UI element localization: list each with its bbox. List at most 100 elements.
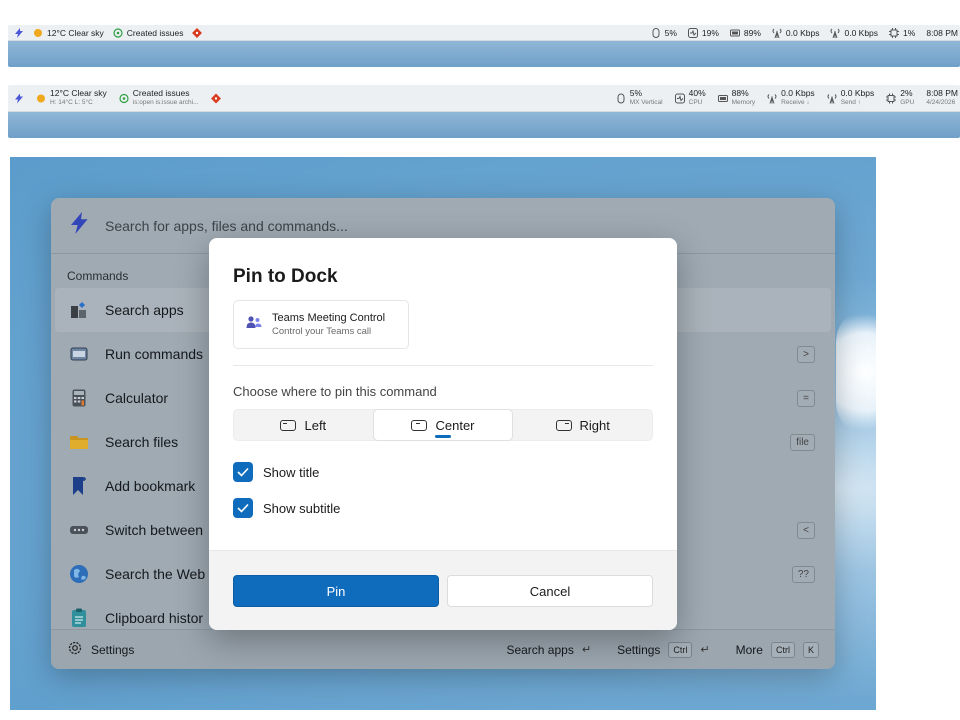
return-key-icon: ↵ bbox=[581, 644, 592, 656]
command-palette-icon bbox=[14, 93, 24, 103]
dock-item-command-palette[interactable] bbox=[14, 27, 24, 38]
cpu-block: 40% CPU bbox=[689, 89, 706, 107]
globe-icon bbox=[69, 564, 89, 584]
command-label: Clipboard histor bbox=[105, 610, 204, 626]
command-shortcut: < bbox=[797, 521, 815, 539]
sun-icon bbox=[33, 28, 43, 38]
send-title: 0.0 Kbps bbox=[840, 88, 875, 98]
dock-item-receive[interactable]: 0.0 Kbps Receive ↓ bbox=[767, 89, 815, 107]
command-preview-card: Teams Meeting Control Control your Teams… bbox=[233, 300, 409, 349]
dock-item-cpu[interactable]: 40% CPU bbox=[674, 89, 706, 107]
footer-settings-action[interactable]: Settings bbox=[617, 643, 660, 657]
dock-item-git[interactable] bbox=[210, 93, 221, 103]
dock-left-icon bbox=[280, 419, 297, 431]
gear-icon bbox=[67, 640, 83, 659]
dock-item-mouse[interactable]: 5% bbox=[651, 27, 677, 38]
card-subtitle: Control your Teams call bbox=[272, 326, 372, 337]
receive-value: 0.0 Kbps bbox=[785, 27, 820, 38]
dock-compact-bar: 12°C Clear sky Created issues 5% 19% 89%… bbox=[8, 25, 960, 41]
dock-item-memory[interactable]: 88% Memory bbox=[717, 89, 755, 107]
dock-item-gpu[interactable]: 1% bbox=[889, 27, 916, 38]
dock-item-send[interactable]: 0.0 Kbps Send ↑ bbox=[827, 88, 875, 107]
command-label: Search files bbox=[105, 434, 179, 450]
cpu-subtitle: CPU bbox=[688, 99, 703, 106]
calculator-icon bbox=[69, 388, 89, 408]
dock-expanded-right-group: 5% MX Vertical 40% CPU 88% Memory 0.0 Kb… bbox=[616, 89, 960, 107]
dock-item-issues[interactable]: Created issues bbox=[113, 27, 183, 38]
position-option-right[interactable]: Right bbox=[513, 410, 652, 440]
dock-item-weather[interactable]: 12°C Clear sky H: 14°C L: 5°C bbox=[36, 89, 107, 107]
antenna-icon bbox=[827, 93, 837, 104]
dock-item-send[interactable]: 0.0 Kbps bbox=[830, 28, 878, 38]
memory-block: 88% Memory bbox=[732, 89, 755, 107]
command-label: Run commands bbox=[105, 346, 204, 362]
dock-item-clock[interactable]: 8:08 PM 4/24/2026 bbox=[926, 89, 958, 107]
checkmark-icon bbox=[233, 498, 253, 518]
send-subtitle: Send ↑ bbox=[840, 99, 861, 106]
issue-icon bbox=[113, 27, 123, 38]
folder-icon bbox=[69, 432, 89, 452]
dock-item-cpu[interactable]: 19% bbox=[687, 27, 719, 38]
palette-search-input[interactable]: Search for apps, files and commands... bbox=[105, 218, 348, 234]
weather-block: 12°C Clear sky H: 14°C L: 5°C bbox=[50, 89, 107, 107]
pin-to-dock-dialog: Pin to Dock Teams Meeting Control Contro… bbox=[209, 238, 677, 630]
gpu-value: 1% bbox=[903, 27, 916, 38]
issues-title: Created issues bbox=[132, 88, 190, 98]
terminal-icon bbox=[69, 344, 89, 364]
show-title-checkbox[interactable]: Show title bbox=[233, 462, 319, 482]
weather-title: 12°C Clear sky bbox=[50, 88, 107, 98]
pin-button[interactable]: Pin bbox=[233, 575, 439, 607]
chip-icon bbox=[889, 27, 900, 38]
dock-item-command-palette[interactable] bbox=[14, 93, 24, 103]
command-label: Add bookmark bbox=[105, 478, 196, 494]
position-label: Center bbox=[435, 417, 475, 433]
position-label: Left bbox=[304, 417, 327, 433]
window-switch-icon bbox=[69, 520, 89, 540]
dock-item-mouse[interactable]: 5% MX Vertical bbox=[616, 89, 663, 107]
position-prompt: Choose where to pin this command bbox=[233, 384, 437, 399]
dock-item-git[interactable] bbox=[192, 27, 203, 38]
issues-subtitle: is:open is:issue archi... bbox=[132, 99, 199, 106]
command-label: Switch between bbox=[105, 522, 204, 538]
screenshot-root: 12°C Clear sky Created issues 5% 19% 89%… bbox=[0, 0, 960, 720]
position-option-center[interactable]: Center bbox=[372, 409, 514, 441]
dock-expanded-left-group: 12°C Clear sky H: 14°C L: 5°C Created is… bbox=[8, 89, 221, 107]
k-key: K bbox=[802, 641, 819, 658]
dock-item-weather[interactable]: 12°C Clear sky bbox=[33, 28, 104, 38]
footer-settings-label: Settings bbox=[91, 642, 135, 657]
receive-title: 0.0 Kbps bbox=[781, 88, 815, 98]
position-option-left[interactable]: Left bbox=[234, 410, 373, 440]
dock-item-issues[interactable]: Created issues is:open is:issue archi... bbox=[119, 89, 199, 107]
show-title-label: Show title bbox=[263, 464, 320, 480]
cancel-button[interactable]: Cancel bbox=[447, 575, 653, 607]
dock-expanded: 12°C Clear sky H: 14°C L: 5°C Created is… bbox=[8, 85, 960, 138]
show-subtitle-checkbox[interactable]: Show subtitle bbox=[233, 498, 340, 518]
dock-compact-right-group: 5% 19% 89% 0.0 Kbps 0.0 Kbps 1% 8:08 PM bbox=[651, 27, 960, 38]
weather-subtitle: H: 14°C L: 5°C bbox=[50, 99, 93, 106]
clipboard-icon bbox=[69, 608, 89, 628]
footer-search-apps-action[interactable]: Search apps bbox=[506, 643, 573, 657]
card-title: Teams Meeting Control bbox=[272, 312, 386, 324]
return-key-icon: ↵ bbox=[700, 644, 710, 656]
memory-value: 89% bbox=[743, 27, 761, 38]
command-palette-icon bbox=[69, 212, 89, 239]
dock-item-gpu[interactable]: 2% GPU bbox=[886, 89, 914, 107]
command-label: Calculator bbox=[105, 390, 169, 406]
dock-item-memory[interactable]: 89% bbox=[729, 27, 761, 38]
dock-expanded-wallpaper bbox=[8, 112, 960, 138]
dock-compact-wallpaper bbox=[8, 41, 960, 67]
footer-settings-button[interactable]: Settings bbox=[67, 640, 134, 659]
footer-more-action[interactable]: More bbox=[736, 643, 763, 657]
footer-actions: Search apps ↵ Settings Ctrl ↵ More Ctrl … bbox=[506, 641, 819, 658]
mouse-title: 5% bbox=[629, 88, 643, 98]
dock-expanded-bar: 12°C Clear sky H: 14°C L: 5°C Created is… bbox=[8, 85, 960, 112]
gpu-subtitle: GPU bbox=[900, 99, 915, 106]
gpu-block: 2% GPU bbox=[900, 89, 914, 107]
command-shortcut: > bbox=[797, 345, 815, 363]
command-palette-icon bbox=[14, 27, 24, 38]
mouse-block: 5% MX Vertical bbox=[630, 89, 663, 107]
dock-item-clock[interactable]: 8:08 PM bbox=[926, 28, 958, 38]
dock-item-receive[interactable]: 0.0 Kbps bbox=[772, 27, 820, 38]
mouse-battery-value: 5% bbox=[664, 27, 677, 38]
teams-icon bbox=[246, 315, 262, 334]
